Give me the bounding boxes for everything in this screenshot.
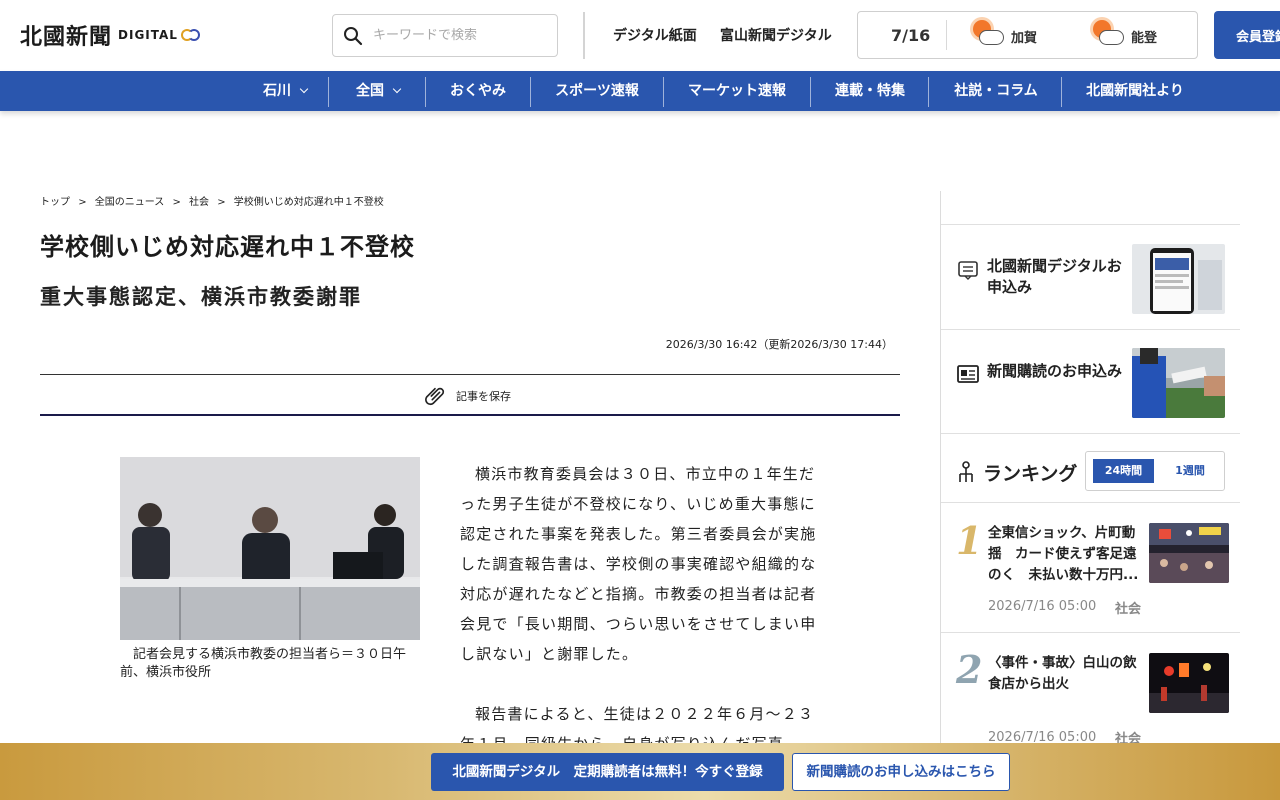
list-icon [958, 261, 978, 280]
weather-city-kaga: 加賀 [1011, 31, 1038, 46]
article-timestamp: 2026/3/30 16:42（更新2026/3/30 17:44） [665, 338, 893, 351]
nav-divider [328, 77, 329, 107]
photo-caption: 記者会見する横浜市教委の担当者ら＝３０日午前、横浜市役所 [120, 647, 407, 680]
digital-subscribe-promo[interactable]: 北國新聞デジタルお申込み [941, 224, 1240, 329]
nav-item-series[interactable]: 連載・特集 [833, 71, 907, 111]
sidebar-divider [941, 502, 1240, 503]
promo-label: 北國新聞デジタルお申込み [987, 257, 1122, 296]
ranking-thumbnail[interactable] [1149, 523, 1229, 583]
ranking-category: 社会 [1115, 602, 1142, 617]
chevron-down-icon [299, 84, 309, 94]
breadcrumb-separator: > [78, 197, 87, 208]
sidebar-divider [941, 433, 1240, 434]
sun-cloud-icon [970, 17, 1006, 51]
sidebar-divider [941, 632, 1240, 633]
nav-item-okuyami[interactable]: おくやみ [449, 71, 507, 111]
phone-app-image [1132, 244, 1225, 314]
tab-1week[interactable]: 1週間 [1164, 459, 1216, 483]
nav-divider [810, 77, 811, 107]
member-register-button[interactable]: 会員登録 [1214, 11, 1280, 59]
nav-item-label: 全国 [356, 83, 384, 99]
header-divider [583, 12, 585, 59]
ranking-tabs: 24時間 1週間 [1085, 451, 1225, 491]
ranking-header: ランキング [955, 457, 1077, 487]
article-body: 横浜市教育委員会は３０日、市立中の１年生だった男子生徒が不登校になり、いじめ重大… [460, 459, 822, 789]
newspaper-icon [957, 365, 979, 383]
logo-text: 北國新聞 [20, 24, 113, 50]
article-title: 学校側いじめ対応遅れ中１不登校 [40, 233, 415, 261]
nav-divider [425, 77, 426, 107]
breadcrumb-society[interactable]: 社会 [189, 197, 209, 208]
logo-digital-text: DIGITAL [118, 28, 178, 42]
article-paragraph: 横浜市教育委員会は３０日、市立中の１年生だった男子生徒が不登校になり、いじめ重大… [460, 465, 817, 663]
breadcrumb-top[interactable]: トップ [40, 197, 70, 208]
nav-item-zenkoku[interactable]: 全国 [352, 71, 404, 111]
nav-item-market[interactable]: マーケット速報 [686, 71, 788, 111]
ranking-date: 2026/7/16 05:00 [988, 599, 1097, 614]
digital-register-button[interactable]: 北國新聞デジタル 定期購読者は無料！今すぐ登録 [431, 753, 784, 791]
nav-divider [928, 77, 929, 107]
article-subtitle: 重大事態認定、横浜市教委謝罪 [40, 285, 362, 309]
weather-city-noto: 能登 [1131, 31, 1158, 46]
nav-divider [1061, 77, 1062, 107]
main-nav: 石川 全国 おくやみ スポーツ速報 マーケット速報 連載・特集 社説・コラム 北… [0, 71, 1280, 111]
search-box[interactable] [332, 14, 558, 57]
article-photo[interactable] [120, 457, 420, 640]
nav-item-editorial[interactable]: 社説・コラム [952, 71, 1040, 111]
nav-item-ishikawa[interactable]: 石川 [256, 71, 314, 111]
breadcrumb-current[interactable]: 学校側いじめ対応遅れ中１不登校 [234, 197, 384, 208]
rank-number: 1 [956, 518, 983, 563]
newspaper-subscribe-button[interactable]: 新聞購読のお申し込みはこちら [792, 753, 1010, 791]
breadcrumb-separator: > [172, 197, 181, 208]
site-logo[interactable]: 北國新聞 DIGITAL [20, 20, 201, 50]
save-article-button[interactable]: 記事を保存 [424, 385, 511, 407]
ranking-thumbnail[interactable] [1149, 653, 1229, 713]
site-header: 北國新聞 DIGITAL デジタル紙面 富山新聞デジタル 7/16 加賀 能登 … [0, 0, 1280, 71]
digital-paper-link[interactable]: デジタル紙面 [613, 25, 697, 45]
ranking-headline[interactable]: 〈事件・事故〉白山の飲食店から出火 [988, 653, 1144, 695]
weather-widget[interactable]: 7/16 加賀 能登 [857, 11, 1198, 59]
ranking-title: ランキング [983, 462, 1078, 485]
breadcrumb-national[interactable]: 全国のニュース [95, 197, 165, 208]
paperclip-icon [425, 387, 445, 406]
nav-item-label: 石川 [263, 83, 291, 99]
toyama-digital-link[interactable]: 富山新聞デジタル [720, 25, 832, 45]
bottom-subscribe-banner: 北國新聞デジタル 定期購読者は無料！今すぐ登録 新聞購読のお申し込みはこちら [0, 743, 1280, 800]
search-icon[interactable] [343, 26, 363, 46]
ranking-icon [959, 461, 973, 482]
sun-cloud-icon [1090, 17, 1126, 51]
breadcrumb: トップ > 全国のニュース > 社会 > 学校側いじめ対応遅れ中１不登校 [40, 193, 389, 208]
logo-mark-icon [180, 27, 201, 43]
breadcrumb-separator: > [217, 197, 226, 208]
rank-number: 2 [956, 647, 983, 692]
save-article-label: 記事を保存 [456, 390, 511, 403]
newspaper-subscribe-promo[interactable]: 新聞購読のお申込み [941, 329, 1240, 434]
weather-divider [946, 20, 947, 50]
nav-item-sports[interactable]: スポーツ速報 [553, 71, 641, 111]
weather-date: 7/16 [891, 26, 931, 45]
tab-24h[interactable]: 24時間 [1093, 459, 1154, 483]
search-input[interactable] [373, 28, 543, 43]
ranking-headline[interactable]: 全東信ショック、片町動揺 カード使えず客足遠のく 未払い数十万円... [988, 523, 1144, 586]
nav-item-company[interactable]: 北國新聞社より [1084, 71, 1186, 111]
nav-divider [663, 77, 664, 107]
save-article-bar: 記事を保存 [40, 374, 900, 416]
nav-divider [530, 77, 531, 107]
chevron-down-icon [392, 84, 402, 94]
newspaper-delivery-image [1132, 348, 1225, 418]
promo-label: 新聞購読のお申込み [987, 362, 1123, 380]
